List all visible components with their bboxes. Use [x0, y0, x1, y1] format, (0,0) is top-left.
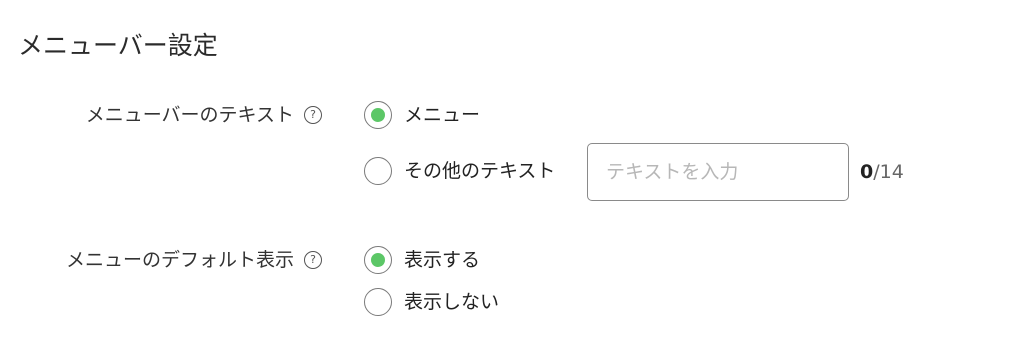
character-count-current: 0 — [860, 161, 874, 183]
help-icon[interactable]: ? — [304, 106, 322, 124]
radio-button-other-text[interactable] — [364, 157, 392, 185]
radio-button-menu[interactable] — [364, 101, 392, 129]
help-icon[interactable]: ? — [304, 251, 322, 269]
radio-button-hide[interactable] — [364, 288, 392, 316]
menu-default-display-label-text: メニューのデフォルト表示 — [65, 249, 294, 271]
section-title: メニューバー設定 — [18, 31, 218, 60]
radio-label-other-text: その他のテキスト — [404, 160, 556, 182]
radio-label-menu: メニュー — [404, 104, 481, 126]
character-counter: 0/14 — [860, 159, 904, 185]
radio-option-other-text[interactable]: その他のテキスト — [364, 157, 555, 185]
radio-option-show[interactable]: 表示する — [364, 246, 480, 274]
menu-default-display-label: メニューのデフォルト表示 ? — [66, 247, 322, 273]
radio-label-hide: 表示しない — [404, 291, 500, 313]
radio-option-menu[interactable]: メニュー — [364, 101, 480, 129]
custom-text-input[interactable] — [587, 143, 849, 201]
menubar-text-label-text: メニューバーのテキスト — [85, 104, 294, 126]
menubar-text-label: メニューバーのテキスト ? — [86, 102, 322, 128]
character-count-max: /14 — [873, 161, 904, 183]
radio-button-show[interactable] — [364, 246, 392, 274]
radio-label-show: 表示する — [404, 249, 481, 271]
radio-option-hide[interactable]: 表示しない — [364, 288, 499, 316]
